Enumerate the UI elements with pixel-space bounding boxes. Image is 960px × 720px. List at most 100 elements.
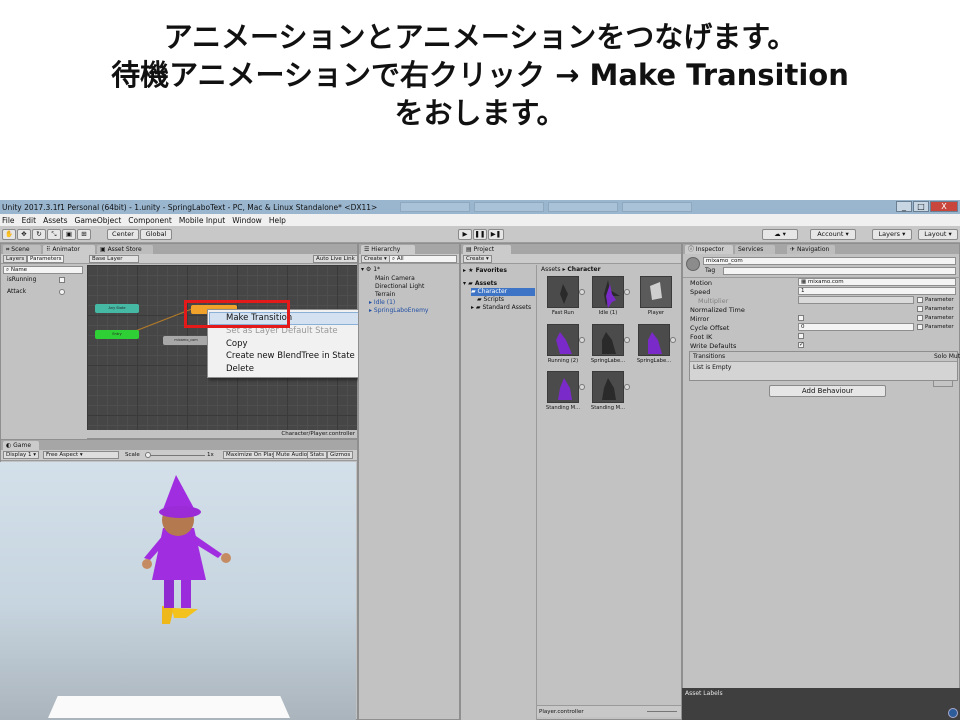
hierarchy-item-enemy[interactable]: ▸ SpringLaboEnemy [369, 307, 428, 315]
hierarchy-search-input[interactable]: ⌕ All [389, 255, 457, 263]
parameter-isrunning-checkbox[interactable] [59, 277, 65, 283]
window-title: Unity 2017.3.1f1 Personal (64bit) - 1.un… [2, 202, 378, 212]
tab-navigation[interactable]: ✈ Navigation [787, 245, 835, 254]
tab-hierarchy[interactable]: ☰ Hierarchy [361, 245, 415, 254]
menu-mobile-input[interactable]: Mobile Input [179, 216, 225, 225]
parameter-attack[interactable]: Attack [7, 288, 26, 296]
account-label: Account [817, 230, 844, 238]
mixamo-state-node[interactable]: mixamo_com [163, 336, 209, 345]
multiplier-parameter-checkbox[interactable] [917, 297, 923, 303]
add-behaviour-button[interactable]: Add Behaviour [769, 385, 886, 397]
tab-inspector-label: Inspector [695, 246, 724, 253]
menu-item-copy[interactable]: Copy [226, 339, 248, 350]
project-create-dropdown[interactable]: Create ▾ [463, 255, 492, 263]
layers-tab[interactable]: Layers [3, 255, 28, 263]
base-layer-breadcrumb[interactable]: Base Layer [89, 255, 139, 263]
parameters-tab[interactable]: Parameters [27, 255, 65, 263]
scale-slider[interactable] [145, 455, 205, 456]
normalized-time-parameter-checkbox[interactable] [917, 306, 923, 312]
transform-tool-icon[interactable]: ⊞ [77, 229, 91, 240]
unity-editor-screenshot: Unity 2017.3.1f1 Personal (64bit) - 1.un… [0, 200, 960, 720]
tab-animator-label: Animator [52, 246, 80, 253]
rect-tool-icon[interactable]: ▣ [62, 229, 76, 240]
tab-services[interactable]: Services [735, 245, 775, 254]
hierarchy-create-dropdown[interactable]: Create ▾ [361, 255, 390, 263]
cloud-button[interactable]: ☁ ▾ [762, 229, 798, 240]
scale-tool-icon[interactable]: ⤡ [47, 229, 61, 240]
close-button[interactable]: X [930, 201, 958, 212]
parameter-search-input[interactable]: ⌕ Name [3, 266, 83, 274]
aspect-dropdown[interactable]: Free Aspect ▾ [43, 451, 119, 459]
parameter-attack-trigger[interactable] [59, 289, 65, 295]
hierarchy-item-main-camera[interactable]: Main Camera [375, 275, 415, 283]
display-dropdown[interactable]: Display 1 ▾ [3, 451, 40, 459]
play-button[interactable]: ▶ [458, 229, 472, 240]
scene-root[interactable]: ▾ ⚙ 1* [361, 266, 380, 274]
rotate-tool-icon[interactable]: ↻ [32, 229, 46, 240]
tab-inspector[interactable]: ⓘ Inspector [685, 245, 733, 254]
any-state-node[interactable]: Any State [95, 304, 139, 313]
step-button[interactable]: ▶❚ [488, 229, 504, 240]
tab-navigation-label: Navigation [796, 246, 830, 253]
menu-gameobject[interactable]: GameObject [75, 216, 122, 225]
pause-button[interactable]: ❚❚ [473, 229, 487, 240]
thumb-size-slider[interactable] [647, 711, 677, 712]
tab-asset-store[interactable]: ▣ Asset Store [97, 245, 153, 254]
auto-live-link-button[interactable]: Auto Live Link [313, 255, 358, 263]
layout-label: Layout [924, 230, 947, 238]
project-create-label: Create [466, 256, 485, 262]
parameter-search-placeholder: Name [10, 267, 28, 273]
project-footer-path: Player.controller [539, 709, 584, 715]
multiplier-field [798, 296, 914, 304]
animator-subbar: Layers Parameters Base Layer Auto Live L… [1, 254, 358, 264]
asset-labels-title: Asset Labels [685, 690, 723, 697]
game-viewport[interactable] [0, 462, 356, 720]
tab-scene[interactable]: ⌗ Scene [3, 245, 41, 254]
layers-dropdown[interactable]: Layers ▾ [872, 229, 912, 240]
mute-audio-toggle[interactable]: Mute Audio [273, 451, 311, 459]
tab-game[interactable]: ◐ Game [3, 441, 39, 450]
menu-edit[interactable]: Edit [22, 216, 37, 225]
hierarchy-item-terrain[interactable]: Terrain [375, 291, 395, 299]
maximize-on-play-toggle[interactable]: Maximize On Play [223, 451, 278, 459]
menu-window[interactable]: Window [232, 216, 262, 225]
tab-project[interactable]: ▤ Project [463, 245, 511, 254]
menu-item-create-blendtree[interactable]: Create new BlendTree in State [226, 351, 355, 362]
speed-field[interactable]: 1 [798, 287, 956, 295]
hand-tool-icon[interactable]: ✋ [2, 229, 16, 240]
tab-project-label: Project [473, 246, 495, 253]
menu-file[interactable]: File [2, 216, 15, 225]
menu-component[interactable]: Component [128, 216, 172, 225]
hierarchy-item-idle[interactable]: ▸ Idle (1) [369, 299, 395, 307]
gizmos-dropdown[interactable]: Gizmos [327, 451, 354, 459]
state-name-field[interactable]: mixamo_com [703, 257, 956, 265]
layout-dropdown[interactable]: Layout ▾ [918, 229, 958, 240]
cycle-offset-parameter-checkbox[interactable] [917, 324, 923, 330]
move-tool-icon[interactable]: ✥ [17, 229, 31, 240]
global-space-button[interactable]: Global [140, 229, 172, 240]
scale-slider-handle[interactable] [145, 452, 151, 458]
parameter-isrunning[interactable]: isRunning [7, 276, 36, 284]
mirror-checkbox[interactable] [798, 315, 804, 321]
write-defaults-checkbox[interactable]: ✓ [798, 342, 804, 348]
tab-animator[interactable]: ⠿ Animator [43, 245, 95, 254]
scale-value: 1x [207, 452, 214, 458]
display-label: Display 1 [6, 452, 32, 458]
center-pivot-button[interactable]: Center [107, 229, 139, 240]
cycle-offset-field[interactable]: 0 [798, 323, 914, 331]
maximize-button[interactable]: □ [913, 201, 929, 212]
minimize-button[interactable]: _ [896, 201, 912, 212]
entry-node[interactable]: Entry [95, 330, 139, 339]
menu-item-delete[interactable]: Delete [226, 364, 254, 375]
motion-value: mixamo.com [807, 279, 844, 285]
hierarchy-item-directional-light[interactable]: Directional Light [375, 283, 424, 291]
menu-assets[interactable]: Assets [43, 216, 67, 225]
account-dropdown[interactable]: Account ▾ [810, 229, 856, 240]
hierarchy-panel: ☰ Hierarchy Create ▾ ⌕ All ▾ ⚙ 1* Main C… [358, 243, 460, 720]
foot-ik-checkbox[interactable] [798, 333, 804, 339]
tag-field[interactable] [723, 267, 956, 275]
motion-field[interactable]: ▦ mixamo.com [798, 278, 956, 286]
mirror-parameter-checkbox[interactable] [917, 315, 923, 321]
menu-help[interactable]: Help [269, 216, 286, 225]
stats-toggle[interactable]: Stats [307, 451, 328, 459]
